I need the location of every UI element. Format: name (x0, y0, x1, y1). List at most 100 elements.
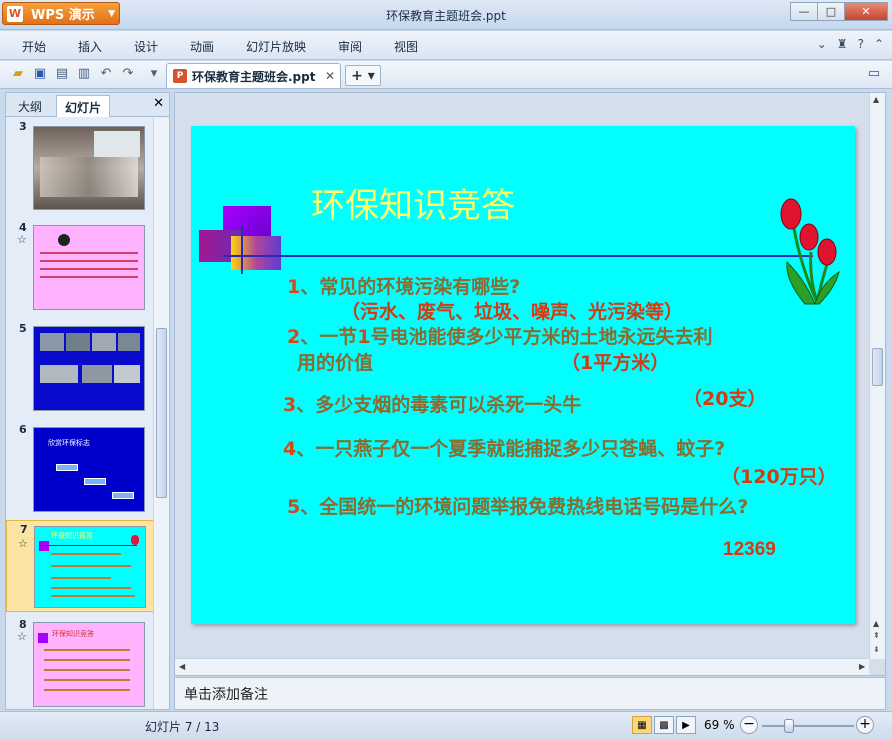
answer-1[interactable]: （污水、废气、垃圾、噪声、光污染等） (341, 297, 683, 324)
question-3[interactable]: 3、多少支烟的毒素可以杀死一头牛 (283, 390, 581, 417)
slide-counter: 幻灯片 7 / 13 (145, 720, 220, 734)
new-tab-button[interactable]: + ▾ (345, 65, 381, 86)
thumbnail-slide-5[interactable]: 5 (6, 322, 154, 417)
scroll-up-icon[interactable]: ▲ (873, 95, 879, 104)
decorative-line (241, 226, 243, 274)
tab-slides[interactable]: 幻灯片 (56, 95, 111, 117)
pane-tabs: 大纲 幻灯片 ✕ (6, 93, 169, 117)
question-2-continued[interactable]: 用的价值 (297, 348, 373, 375)
zoom-level: 69 % (704, 718, 735, 732)
thumbnail-image (33, 326, 145, 411)
answer-5[interactable]: 12369 (723, 539, 776, 561)
question-1[interactable]: 1、常见的环境污染有哪些? (287, 272, 520, 299)
menu-insert[interactable]: 插入 (78, 38, 102, 55)
thumbnail-slide-3[interactable]: 3 (6, 120, 154, 215)
view-buttons: ▦ ▩ ▶ (632, 716, 696, 734)
help-icon[interactable]: ? (858, 37, 864, 51)
thumbnail-image: 欣赏环保标志 (33, 427, 145, 512)
slide-title[interactable]: 环保知识竞答 (311, 178, 515, 227)
answer-2[interactable]: （1平方米） (561, 348, 669, 375)
redo-icon[interactable]: ↷ (120, 66, 136, 82)
scroll-right-icon[interactable]: ▶ (859, 662, 865, 671)
status-bar: 幻灯片 7 / 13 ▦ ▩ ▶ 69 % − + (0, 711, 892, 740)
close-tab-icon[interactable]: ✕ (325, 69, 335, 83)
slideshow-view-icon[interactable]: ▶ (676, 716, 696, 734)
thumbnail-slide-6[interactable]: 6 欣赏环保标志 (6, 423, 154, 518)
question-4[interactable]: 4、一只燕子仅一个夏季就能捕捉多少只苍蝇、蚊子? (283, 434, 725, 461)
next-slide-icon[interactable]: ⇟ (873, 645, 880, 654)
menu-home[interactable]: 开始 (22, 38, 46, 55)
menu-view[interactable]: 视图 (394, 38, 418, 55)
thumbnail-image: 环保知识竞答 (33, 622, 145, 707)
thumbnail-image: 环保知识竞答 (34, 526, 146, 608)
zoom-slider[interactable] (762, 725, 854, 727)
question-2[interactable]: 2、一节1号电池能使多少平方米的土地永远失去利 (287, 322, 713, 349)
window-controls: — □ ✕ (790, 2, 888, 21)
menu-right-icons: ⌄ ♜ ? ⌃ (817, 37, 884, 51)
document-tab-label: 环保教育主题班会.ppt (192, 69, 316, 84)
customize-toolbar-icon[interactable]: ▾ (146, 66, 162, 82)
thumbnail-title: 欣赏环保标志 (48, 439, 90, 447)
thumbnail-list: 3 4 ☆ 5 6 欣赏环保标志 7 ☆ 环保知识竞答 8 ☆ 环保知识竞答 (6, 118, 154, 709)
current-slide[interactable]: 环保知识竞答 1、常见的环境污染有哪些? （污水、废气、垃圾、噪声、光污染等） … (191, 126, 855, 624)
menu-slideshow[interactable]: 幻灯片放映 (246, 38, 306, 55)
slide-number: 3 (19, 120, 27, 133)
thumbnail-slide-7[interactable]: 7 ☆ 环保知识竞答 (6, 520, 154, 612)
slides-pane: 大纲 幻灯片 ✕ 3 4 ☆ 5 6 欣赏环保标志 7 ☆ 环保知识竞答 8 ☆… (5, 92, 170, 710)
title-underline (223, 255, 813, 257)
slide-number: 5 (19, 322, 27, 335)
editor-vertical-scrollbar[interactable]: ▲ ▲ ⇞ ⇟ (869, 93, 885, 659)
collapse-ribbon-icon[interactable]: ⌃ (874, 37, 884, 51)
menu-review[interactable]: 审阅 (338, 38, 362, 55)
menu-bar: 开始 插入 设计 动画 幻灯片放映 审阅 视图 ⌄ ♜ ? ⌃ (0, 31, 892, 60)
answer-3[interactable]: （20支） (683, 384, 766, 411)
minimize-button[interactable]: — (790, 2, 818, 21)
skin-icon[interactable]: ♜ (837, 37, 848, 51)
thumbnail-title: 环保知识竞答 (51, 532, 93, 540)
window-layout-icon[interactable]: ▭ (866, 66, 882, 82)
question-5[interactable]: 5、全国统一的环境问题举报免费热线电话号码是什么? (287, 492, 748, 519)
thumbnail-image (33, 225, 145, 310)
animation-star-icon: ☆ (17, 233, 27, 246)
animation-star-icon: ☆ (18, 537, 28, 550)
document-tab[interactable]: P 环保教育主题班会.ppt ✕ (166, 63, 341, 88)
decorative-square (231, 236, 281, 270)
scroll-up-icon[interactable]: ▲ (873, 619, 879, 628)
open-folder-icon[interactable]: ▰ (10, 66, 26, 82)
maximize-button[interactable]: □ (817, 2, 845, 21)
slide-number: 6 (19, 423, 27, 436)
menu-animation[interactable]: 动画 (190, 38, 214, 55)
thumbnail-slide-8[interactable]: 8 ☆ 环保知识竞答 (6, 618, 154, 709)
answer-4[interactable]: （120万只） (721, 462, 837, 489)
menu-design[interactable]: 设计 (134, 38, 158, 55)
close-button[interactable]: ✕ (844, 2, 888, 21)
thumbnail-slide-4[interactable]: 4 ☆ (6, 221, 154, 316)
zoom-slider-handle[interactable] (784, 719, 794, 733)
zoom-out-button[interactable]: − (740, 716, 758, 734)
undo-icon[interactable]: ↶ (98, 66, 114, 82)
window-title: 环保教育主题班会.ppt (386, 9, 506, 23)
thumbnail-image (33, 126, 145, 210)
notes-pane[interactable]: 单击添加备注 (174, 677, 886, 710)
scrollbar-thumb[interactable] (156, 328, 167, 498)
slide-editor: 环保知识竞答 1、常见的环境污染有哪些? （污水、废气、垃圾、噪声、光污染等） … (174, 92, 886, 676)
thumbnail-scrollbar[interactable] (153, 118, 169, 709)
normal-view-icon[interactable]: ▦ (632, 716, 652, 734)
previous-slide-icon[interactable]: ⇞ (873, 631, 880, 640)
scrollbar-thumb[interactable] (872, 348, 883, 386)
scroll-left-icon[interactable]: ◀ (179, 662, 185, 671)
tulip-icon (780, 198, 840, 305)
slide-sorter-view-icon[interactable]: ▩ (654, 716, 674, 734)
editor-horizontal-scrollbar[interactable]: ◀ ▶ (175, 658, 869, 675)
slide-number: 7 (20, 523, 28, 536)
tab-outline[interactable]: 大纲 (10, 95, 50, 117)
thumbnail-title: 环保知识竞答 (52, 630, 94, 638)
animation-star-icon: ☆ (17, 630, 27, 643)
close-pane-icon[interactable]: ✕ (153, 96, 164, 111)
print-icon[interactable]: ▤ (54, 66, 70, 82)
quick-access-toolbar: ▰ ▣ ▤ ▥ ↶ ↷ ▾ P 环保教育主题班会.ppt ✕ + ▾ ▭ (0, 61, 892, 89)
print-preview-icon[interactable]: ▥ (76, 66, 92, 82)
zoom-in-button[interactable]: + (856, 716, 874, 734)
chevron-down-icon[interactable]: ⌄ (817, 37, 827, 51)
save-icon[interactable]: ▣ (32, 66, 48, 82)
